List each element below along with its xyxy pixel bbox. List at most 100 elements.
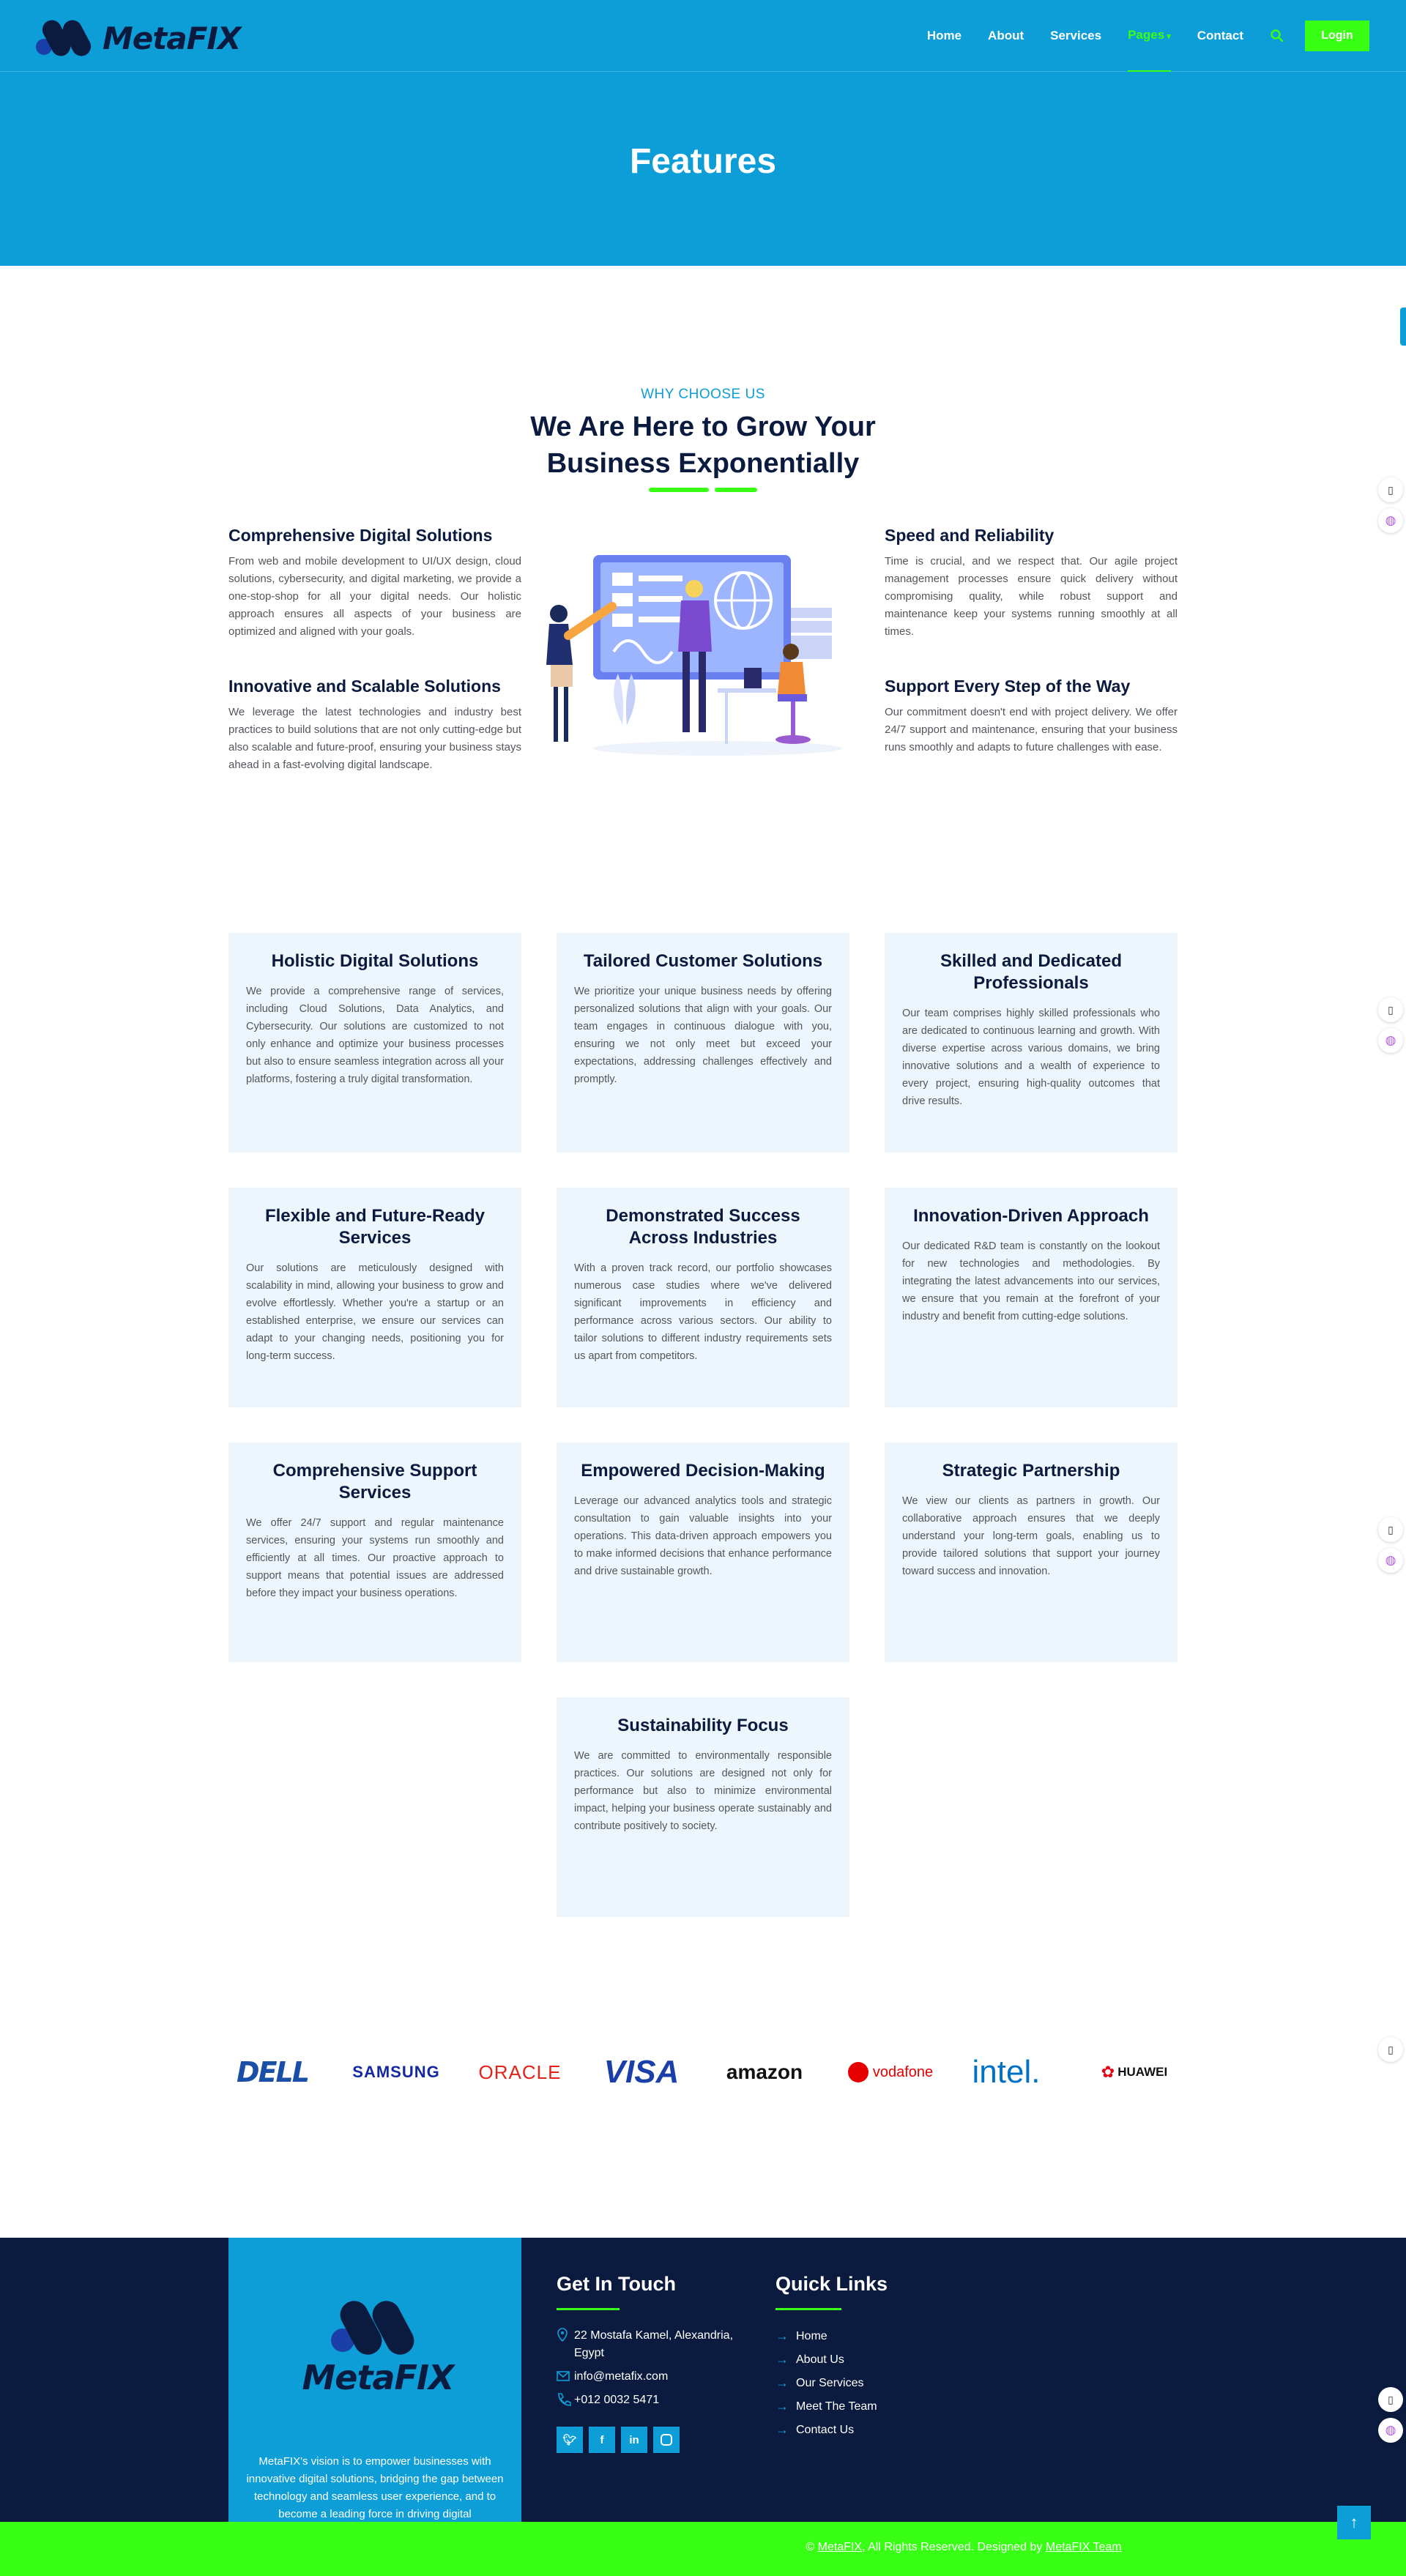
card-text: We provide a comprehensive range of serv…: [246, 986, 504, 1085]
brand-oracle-text: ORACLE: [478, 2061, 562, 2083]
arrow-up-icon: ↑: [1350, 2513, 1358, 2531]
facebook-icon: f: [600, 2433, 604, 2446]
side-widget-color[interactable]: ◍: [1378, 508, 1403, 533]
feature-card: Flexible and Future-Ready Services Our s…: [228, 1188, 521, 1407]
site-footer: [0, 2238, 1406, 2522]
card-title: Empowered Decision-Making: [581, 1461, 825, 1481]
logo-text: MetaFIX: [103, 20, 241, 56]
card-title: Skilled and Dedicated Professionals: [940, 951, 1123, 993]
quick-link-contact[interactable]: → Contact Us: [775, 2422, 854, 2438]
side-widget-color[interactable]: ◍: [1378, 1548, 1403, 1573]
feature-card: Empowered Decision-Making Leverage our a…: [557, 1443, 849, 1662]
arrow-right-icon: →: [775, 2399, 789, 2413]
book-icon: ▯: [1388, 1003, 1394, 1016]
card-text: Our team comprises highly skilled profes…: [902, 1008, 1160, 1107]
copyright-team-link[interactable]: MetaFIX Team: [1046, 2541, 1122, 2553]
brand-amazon-text: amazon: [726, 2061, 803, 2083]
metafix-logo-icon: [331, 2301, 414, 2355]
quick-link-team[interactable]: → Meet The Team: [775, 2399, 877, 2414]
twitter-button[interactable]: 🐦︎: [557, 2427, 583, 2453]
arrow-right-icon: →: [775, 2422, 789, 2437]
title-underline: [649, 488, 709, 492]
brand-logo-dell: DELL: [228, 2050, 316, 2094]
brand-logo-visa: VISA: [590, 2050, 693, 2094]
book-icon: ▯: [1388, 2043, 1394, 2055]
feature-text: From web and mobile development to UI/UX…: [228, 555, 521, 638]
vodafone-icon: [847, 2062, 868, 2082]
nav-pages-dropdown[interactable]: Pages ▾: [1128, 19, 1171, 72]
address-text: 22 Mostafa Kamel, Alexandria, Egypt: [574, 2329, 734, 2359]
card-title: Comprehensive Support Services: [272, 1461, 477, 1503]
card-title: Flexible and Future-Ready Services: [264, 1206, 486, 1248]
brand-dell-text: DELL: [237, 2056, 310, 2088]
phone-text[interactable]: +012 0032 5471: [574, 2391, 659, 2409]
brand-logo-intel: intel.: [962, 2050, 1050, 2094]
quick-link-about[interactable]: → About Us: [775, 2352, 844, 2367]
palette-icon: ◍: [1385, 1033, 1396, 1047]
nav-contact[interactable]: Contact: [1197, 20, 1243, 52]
side-widget-book[interactable]: ▯: [1378, 2037, 1403, 2062]
contact-phone[interactable]: +012 0032 5471: [557, 2391, 659, 2409]
map-pin-icon: [557, 2328, 568, 2342]
card-text: We are committed to environmentally resp…: [574, 1750, 832, 1832]
side-widget-color[interactable]: ◍: [1378, 2418, 1403, 2443]
card-text: With a proven track record, our portfoli…: [574, 1262, 832, 1362]
copyright-text: © MetaFIX, All Rights Reserved. Designed…: [521, 2541, 1406, 2554]
side-widget-color[interactable]: ◍: [1378, 1028, 1403, 1053]
contact-address: 22 Mostafa Kamel, Alexandria, Egypt: [557, 2327, 747, 2362]
section-eyebrow: WHY CHOOSE US: [641, 387, 765, 402]
search-icon[interactable]: [1270, 29, 1284, 43]
copyright-prefix: ©: [806, 2541, 818, 2553]
feature-card: Sustainability Focus We are committed to…: [557, 1697, 849, 1917]
side-panel-tab[interactable]: [1400, 308, 1406, 346]
title-underline: [715, 488, 757, 492]
brand-huawei-text: HUAWEI: [1117, 2065, 1168, 2079]
brand-logo-oracle: ORACLE: [469, 2050, 571, 2094]
card-text: Our solutions are meticulously designed …: [246, 1262, 504, 1362]
instagram-button[interactable]: [653, 2427, 680, 2453]
contact-email[interactable]: info@metafix.com: [557, 2368, 668, 2386]
mail-icon: [557, 2371, 570, 2381]
nav-home[interactable]: Home: [927, 20, 961, 52]
feature-card: Holistic Digital Solutions We provide a …: [228, 933, 521, 1153]
feature-text: We leverage the latest technologies and …: [228, 706, 521, 771]
footer-logo[interactable]: MetaFIX: [290, 2299, 466, 2402]
email-text[interactable]: info@metafix.com: [574, 2368, 668, 2386]
login-button[interactable]: Login: [1305, 21, 1369, 51]
feature-block: Innovative and Scalable Solutions We lev…: [228, 677, 521, 774]
contact-heading: Get In Touch: [557, 2273, 676, 2295]
twitter-icon: 🐦︎: [562, 2434, 577, 2446]
linkedin-icon: in: [629, 2433, 639, 2446]
facebook-button[interactable]: f: [589, 2427, 615, 2453]
back-to-top-button[interactable]: ↑: [1337, 2506, 1371, 2539]
heading-underline: [557, 2308, 620, 2310]
book-icon: ▯: [1388, 1523, 1394, 1535]
card-title: Innovation-Driven Approach: [913, 1206, 1149, 1226]
linkedin-button[interactable]: in: [621, 2427, 647, 2453]
card-title: Tailored Customer Solutions: [583, 951, 823, 971]
nav-services[interactable]: Services: [1050, 20, 1101, 52]
book-icon: ▯: [1388, 483, 1394, 496]
side-widget-book[interactable]: ▯: [1378, 2387, 1403, 2412]
card-text: We prioritize your unique business needs…: [574, 986, 832, 1085]
site-logo[interactable]: MetaFIX: [35, 19, 241, 57]
chevron-down-icon: ▾: [1167, 32, 1171, 41]
nav-about[interactable]: About: [988, 20, 1024, 52]
brand-intel-text: intel.: [972, 2054, 1041, 2090]
quick-link-home[interactable]: → Home: [775, 2329, 827, 2344]
side-widget-book[interactable]: ▯: [1378, 1517, 1403, 1542]
phone-icon: [558, 2393, 571, 2406]
copyright-mid: , All Rights Reserved. Designed by: [862, 2541, 1046, 2553]
card-title: Demonstrated Success Across Industries: [606, 1206, 800, 1248]
palette-icon: ◍: [1385, 2423, 1396, 2437]
quick-link-services[interactable]: → Our Services: [775, 2375, 863, 2391]
side-widget-book[interactable]: ▯: [1378, 997, 1403, 1022]
quick-link-label: About Us: [796, 2353, 844, 2366]
card-title: Strategic Partnership: [942, 1461, 1120, 1481]
copyright-brand-link[interactable]: MetaFIX: [818, 2541, 862, 2553]
instagram-icon: [661, 2434, 672, 2446]
feature-block: Speed and Reliability Time is crucial, a…: [885, 526, 1178, 641]
feature-card: Strategic Partnership We view our client…: [885, 1443, 1178, 1662]
side-widget-book[interactable]: ▯: [1378, 477, 1403, 502]
card-title: Holistic Digital Solutions: [271, 951, 479, 971]
